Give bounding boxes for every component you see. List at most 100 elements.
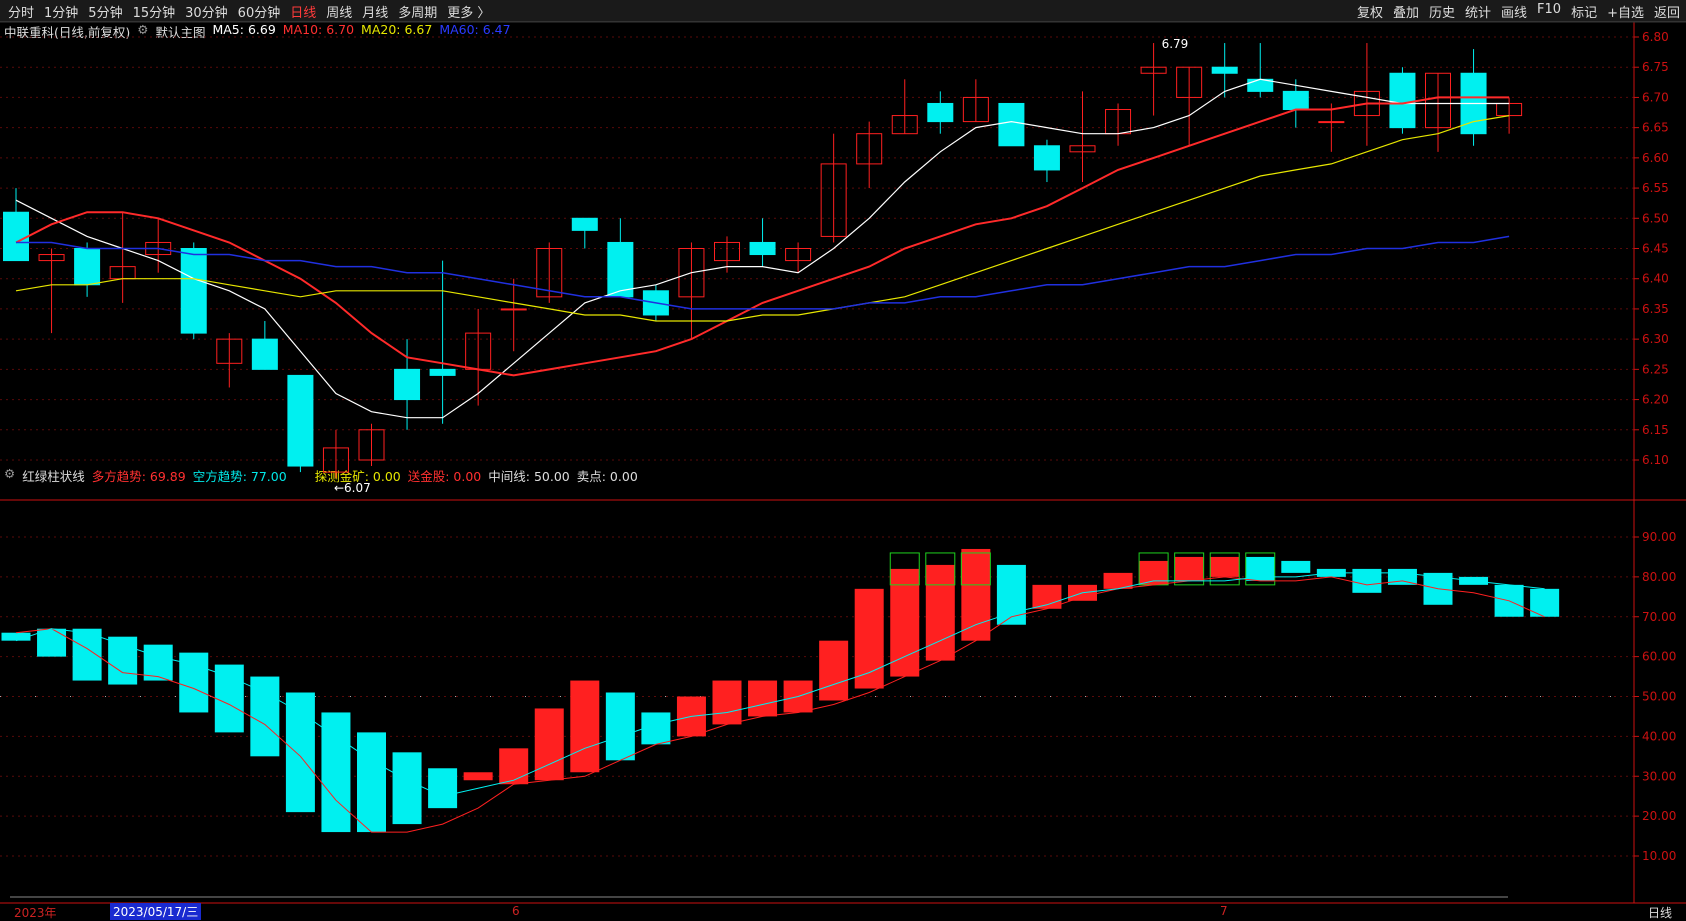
candle-body	[642, 290, 669, 316]
candle-body	[856, 133, 883, 165]
signal-box	[925, 552, 956, 586]
y-tick-label: 6.60	[1642, 151, 1669, 165]
trend-bar	[925, 564, 955, 661]
signal-box	[889, 552, 920, 586]
trend-bar	[285, 692, 315, 813]
candle-body	[1033, 145, 1060, 171]
y-tick-label: 6.40	[1642, 272, 1669, 286]
ma10-label: MA10: 6.70	[282, 22, 355, 37]
trend-bar	[854, 588, 884, 689]
y-tick-label: 6.35	[1642, 302, 1669, 316]
y-tick-label: 30.00	[1642, 769, 1676, 783]
y-tick-label: 6.20	[1642, 393, 1669, 407]
settings-icon[interactable]: ⚙	[137, 22, 148, 41]
toolbar-button[interactable]: F10	[1537, 2, 1561, 21]
period-tab[interactable]: 月线	[362, 2, 388, 21]
signal-box	[1209, 552, 1240, 586]
candle-body	[38, 254, 65, 262]
candle-body	[1247, 78, 1274, 92]
trend-line	[15, 576, 1545, 833]
period-tab[interactable]: 日线	[290, 2, 316, 21]
stock-title: 中联重科(日线,前复权)	[4, 25, 131, 40]
trend-bar	[463, 772, 493, 781]
chart-canvas: 6.10 6.15 6.20 6.25 6.30 6.35 6.40 6.45 6.50 6.55…	[0, 21, 1686, 904]
candle-body	[1460, 72, 1487, 135]
trend-bar	[676, 696, 706, 737]
period-tab[interactable]: 周线	[326, 2, 352, 21]
candle-body	[749, 241, 776, 256]
toolbar-button[interactable]: 画线	[1501, 2, 1527, 21]
date-axis: 2023年 2023/05/17/三 6 7 日线	[0, 903, 1686, 921]
sub-legend: ⚙ 红绿柱状线 多方趋势: 69.89 空方趋势: 77.00 探测金矿: 0.…	[4, 466, 638, 485]
period-tab[interactable]: 5分钟	[88, 2, 122, 21]
y-tick-label: 70.00	[1642, 610, 1676, 624]
trend-bar	[1068, 584, 1097, 601]
candle-body	[74, 248, 101, 286]
candle-body	[927, 102, 954, 123]
candle-body	[1140, 66, 1167, 74]
trend-bar	[392, 752, 422, 825]
settings-icon[interactable]: ⚙	[4, 466, 15, 485]
trend-bar	[605, 692, 635, 761]
main-legend: 中联重科(日线,前复权) ⚙ 默认主图 MA5: 6.69 MA10: 6.70…	[4, 22, 511, 41]
period-tab[interactable]: 分时	[8, 2, 34, 21]
ma-line-ma60	[16, 235, 1510, 310]
y-tick-label: 60.00	[1642, 650, 1676, 664]
candle-body	[3, 211, 29, 262]
y-tick-label: 6.15	[1642, 423, 1669, 437]
toolbar-button[interactable]: 标记	[1571, 2, 1597, 21]
period-tab[interactable]: 30分钟	[185, 2, 228, 21]
period-tabs: 分时 1分钟 5分钟 15分钟 30分钟 60分钟 日线 周线 月线 多周期 更多 〉	[8, 2, 490, 21]
trend-bar	[499, 748, 529, 785]
trend-bar	[1139, 560, 1169, 585]
ma60-label: MA60: 6.47	[439, 22, 511, 37]
candle-body	[251, 338, 278, 370]
candle-body	[998, 102, 1025, 147]
period-tab[interactable]: 15分钟	[133, 2, 176, 21]
period-label[interactable]: 日线	[1648, 904, 1672, 921]
trend-bar	[357, 732, 386, 833]
toolbar-button[interactable]: 历史	[1429, 2, 1455, 21]
candle-body	[1069, 145, 1096, 153]
trend-bar	[37, 628, 67, 657]
candle-body	[962, 96, 989, 123]
toolbar-button[interactable]: 统计	[1465, 2, 1491, 21]
year-label: 2023年	[14, 906, 57, 920]
midline-label: 中间线: 50.00	[488, 469, 570, 484]
gold-label: 送金股: 0.00	[407, 469, 482, 484]
period-tab[interactable]: 60分钟	[238, 2, 281, 21]
trend-bar	[214, 664, 244, 733]
trend-bar	[428, 768, 458, 809]
indicator-name[interactable]: 红绿柱状线	[22, 466, 85, 485]
trend-bar	[250, 676, 280, 757]
trend-line	[15, 572, 1545, 797]
y-tick-label: 6.70	[1642, 90, 1669, 104]
sell-label: 卖点: 0.00	[576, 469, 638, 484]
toolbar-button[interactable]: 叠加	[1393, 2, 1419, 21]
month-7-label: 7	[1220, 904, 1228, 918]
template-name[interactable]: 默认主图	[155, 22, 205, 41]
trend-bar	[1387, 568, 1417, 585]
period-tab[interactable]: 1分钟	[44, 2, 78, 21]
trend-bar	[1245, 556, 1275, 581]
trend-bar	[1210, 556, 1240, 577]
toolbar-button[interactable]: 复权	[1357, 2, 1383, 21]
period-tab[interactable]: 多周期	[398, 2, 437, 21]
trend-bar	[179, 652, 209, 713]
candle-body	[145, 241, 172, 256]
signal-box	[960, 552, 991, 586]
toolbar-button[interactable]: +自选	[1607, 2, 1644, 21]
trend-bar	[890, 568, 920, 677]
y-tick-label: 6.50	[1642, 211, 1669, 225]
trend-bar	[570, 680, 600, 773]
candle-body	[891, 115, 918, 135]
period-toolbar: 分时 1分钟 5分钟 15分钟 30分钟 60分钟 日线 周线 月线 多周期 更多 〉 复权 叠加 历史…	[0, 0, 1686, 22]
y-tick-label: 6.25	[1642, 362, 1669, 376]
y-tick-label: 10.00	[1642, 849, 1676, 863]
ma-line-ma10	[15, 96, 1510, 377]
period-tab[interactable]: 更多 〉	[447, 2, 490, 21]
trend-bar	[1316, 568, 1346, 577]
ma20-label: MA20: 6.67	[361, 22, 433, 37]
y-tick-label: 80.00	[1642, 570, 1676, 584]
toolbar-button[interactable]: 返回	[1654, 2, 1680, 21]
